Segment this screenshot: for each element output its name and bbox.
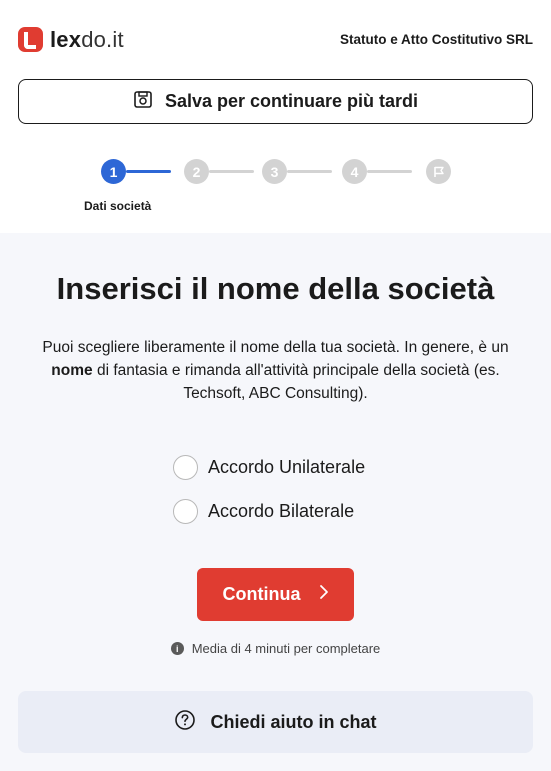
chevron-right-icon: [319, 584, 329, 605]
step-3: 3: [262, 159, 287, 184]
step-connector-3: [287, 170, 332, 173]
option-label: Accordo Unilaterale: [208, 457, 366, 477]
description-bold: nome: [51, 362, 93, 379]
step-1: 1: [101, 159, 126, 184]
completion-time-text: Media di 4 minuti per completare: [191, 641, 381, 656]
step-connector-2: [209, 170, 254, 173]
step-4: 4: [342, 159, 367, 184]
info-icon: i: [170, 642, 184, 655]
question-circle-icon: [174, 709, 196, 736]
logo-text-strong: lex: [50, 27, 82, 52]
radio-button[interactable]: [173, 499, 198, 524]
chat-help-button[interactable]: Chiedi aiuto in chat: [18, 691, 533, 753]
description-text-1: Puoi scegliere liberamente il nome della…: [42, 339, 509, 356]
save-for-later-label: Salva per continuare più tardi: [164, 91, 419, 111]
finish-flag-icon: [426, 159, 451, 184]
option-accordo-unilaterale[interactable]: Accordo Unilaterale: [173, 455, 365, 480]
option-accordo-bilaterale[interactable]: Accordo Bilaterale: [173, 499, 354, 524]
radio-button[interactable]: [173, 455, 198, 480]
description: Puoi scegliere liberamente il nome della…: [30, 336, 521, 405]
chat-help-label: Chiedi aiuto in chat: [210, 711, 377, 732]
logo-text-light: do.it: [81, 27, 124, 52]
step-connector-1: [126, 170, 171, 173]
description-text-2: di fantasia e rimanda all'attività princ…: [92, 362, 500, 402]
continue-label: Continua: [222, 584, 301, 604]
logo-text: lexdo.it: [50, 27, 124, 52]
lexdo-logo-icon: [18, 27, 43, 52]
completion-time-hint: i Media di 4 minuti per completare: [0, 641, 551, 656]
save-icon: [133, 89, 153, 114]
document-title: Statuto e Atto Costitutivo SRL: [340, 32, 533, 47]
logo[interactable]: lexdo.it: [18, 27, 124, 52]
step-2: 2: [184, 159, 209, 184]
save-for-later-button[interactable]: Salva per continuare più tardi: [18, 79, 533, 124]
option-label: Accordo Bilaterale: [208, 501, 355, 521]
continue-button[interactable]: Continua: [197, 568, 354, 621]
current-step-caption: Dati società: [84, 199, 152, 213]
progress-stepper: 1 2 3 4: [101, 158, 461, 186]
header: lexdo.it Statuto e Atto Costitutivo SRL: [0, 0, 551, 78]
page-title: Inserisci il nome della società: [56, 271, 495, 306]
step-connector-4: [367, 170, 412, 173]
main-panel: Inserisci il nome della società Puoi sce…: [0, 233, 551, 771]
